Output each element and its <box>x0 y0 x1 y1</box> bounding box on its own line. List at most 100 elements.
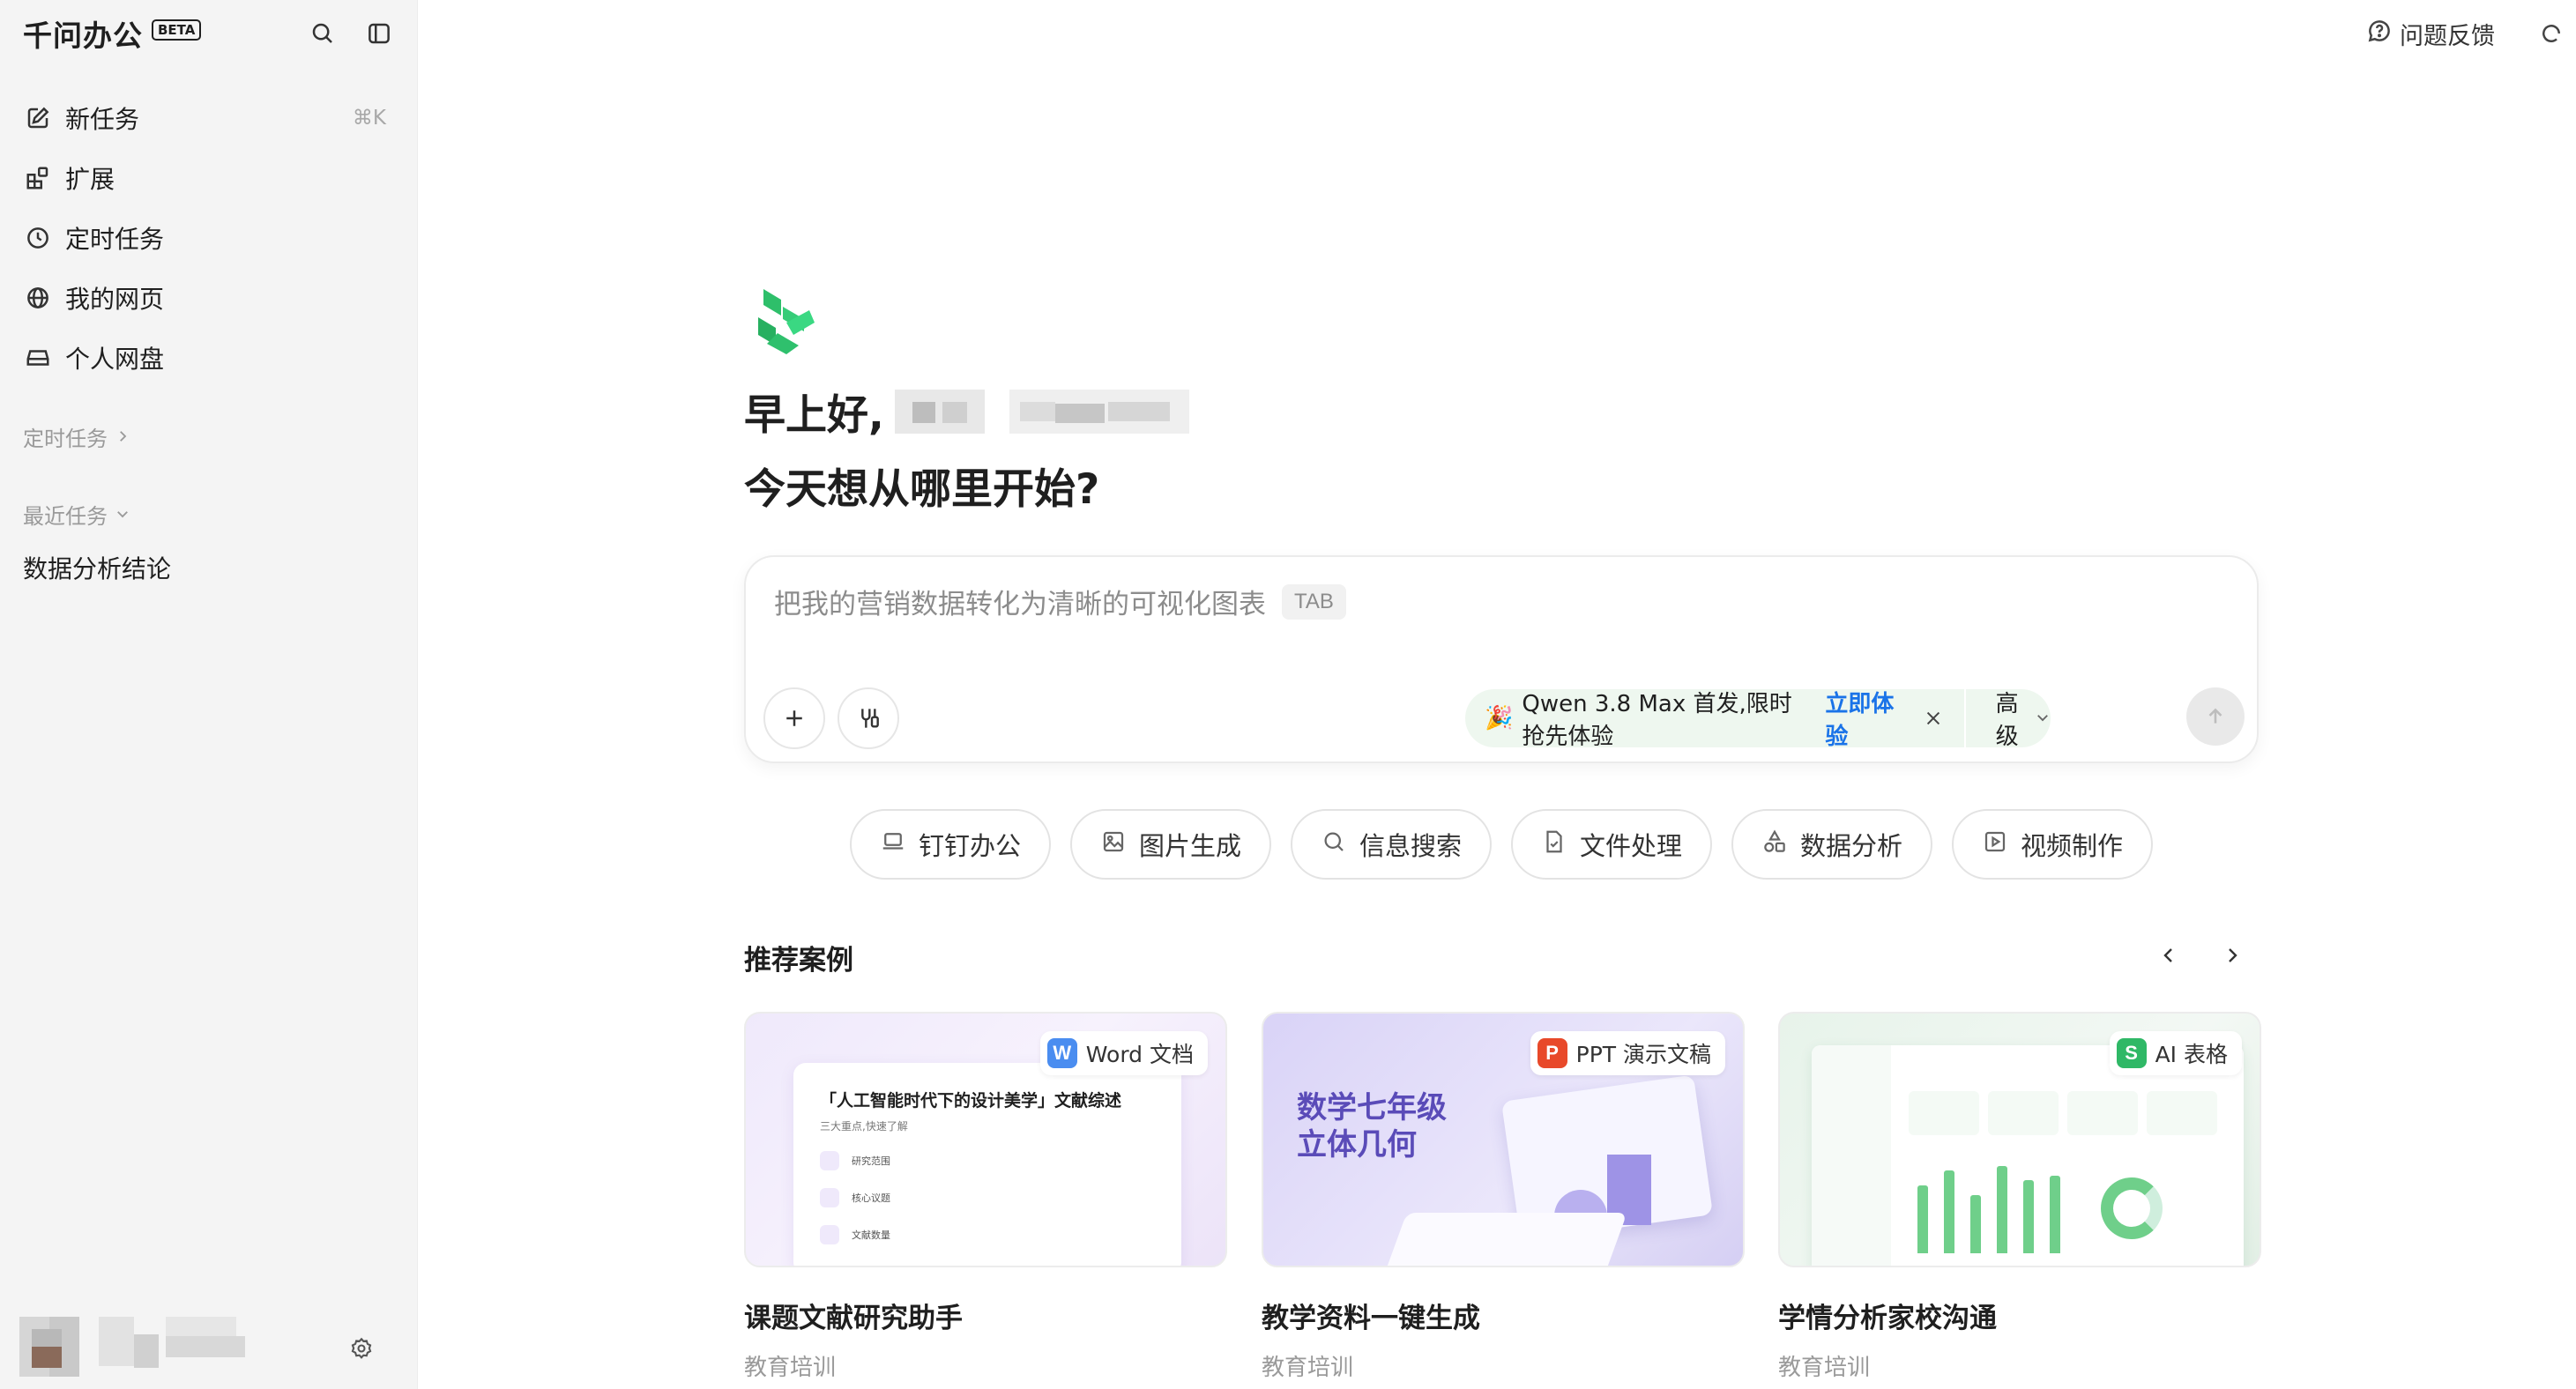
section-label: 定时任务 <box>23 427 108 451</box>
video-icon <box>1982 828 2008 861</box>
chip-label: 图片生成 <box>1138 831 1241 861</box>
laptop-icon <box>880 828 906 861</box>
card-category: 教育培训 <box>744 1355 837 1381</box>
word-icon: W <box>1046 1038 1077 1068</box>
dashboard-sidebar <box>1812 1045 1891 1266</box>
thumb-bar <box>1944 1170 1954 1253</box>
chip-data-analysis[interactable]: 数据分析 <box>1731 809 1932 880</box>
thumb-bar <box>1970 1195 1981 1253</box>
close-icon[interactable] <box>1922 703 1946 733</box>
brand[interactable]: 千问办公 BETA <box>23 16 202 53</box>
badge-label: PPT 演示文稿 <box>1575 1042 1711 1067</box>
user-name-redacted <box>1009 389 1189 434</box>
divider <box>1964 689 1966 747</box>
kpi-tile <box>2147 1091 2217 1135</box>
doc-type-badge: P PPT 演示文稿 <box>1530 1031 1725 1075</box>
card-thumbnail: S AI 表格 <box>1778 1012 2261 1267</box>
card-thumbnail: 「人工智能时代下的设计美学」文献综述 三大重点,快速了解 研究范围 核心议题 文… <box>744 1012 1227 1267</box>
prompt-placeholder: 把我的营销数据转化为清晰的可视化图表 <box>774 589 1266 620</box>
case-card[interactable]: 数学七年级 立体几何 P PPT 演示文稿 教学资料一键生成 教育培训 <box>1262 1012 1745 1382</box>
tools-button[interactable] <box>838 687 899 749</box>
greeting: 早上好, <box>744 381 1189 442</box>
section-label: 最近任务 <box>23 504 108 529</box>
sidebar-item-my-webpages[interactable]: 我的网页 <box>0 268 418 328</box>
thumb-heading-line: 立体几何 <box>1297 1127 1417 1162</box>
sheet-icon: S <box>2116 1038 2147 1068</box>
search-icon[interactable] <box>305 16 340 51</box>
chip-dingtalk-office[interactable]: 钉钉办公 <box>850 809 1051 880</box>
sidebar-item-personal-drive[interactable]: 个人网盘 <box>0 328 418 388</box>
quick-action-chips: 钉钉办公 图片生成 信息搜索 文件处理 数据分析 视频制作 <box>850 809 2153 880</box>
sidebar-nav: 新任务 ⌘K 扩展 定时任务 我的网页 个人网盘 <box>0 88 418 388</box>
prompt-input[interactable]: 把我的营销数据转化为清晰的可视化图表 TAB <box>774 582 1346 621</box>
sidebar-item-scheduled[interactable]: 定时任务 <box>0 208 418 268</box>
sidebar-item-label: 定时任务 <box>65 225 165 254</box>
promo-cta-link[interactable]: 立即体验 <box>1825 686 1896 751</box>
sidebar: 千问办公 BETA 新任务 ⌘K 扩展 定时任务 我的网页 个人网盘 定时任务 … <box>0 0 418 1389</box>
card-category: 教育培训 <box>1262 1355 1354 1381</box>
send-button[interactable] <box>2186 687 2245 746</box>
sidebar-item-extensions[interactable]: 扩展 <box>0 148 418 208</box>
sidebar-toggle-icon[interactable] <box>361 16 397 51</box>
thumb-heading: 「人工智能时代下的设计美学」文献综述 <box>820 1091 1122 1110</box>
next-arrow-icon[interactable] <box>2215 938 2250 973</box>
thumb-heading: 数学七年级 立体几何 <box>1297 1089 1447 1163</box>
section-heading: 推荐案例 <box>744 945 853 977</box>
chip-label: 钉钉办公 <box>918 831 1021 861</box>
feedback-button[interactable]: 问题反馈 <box>2366 16 2495 51</box>
loading-spinner-icon <box>2534 16 2569 51</box>
recent-section-toggle[interactable]: 最近任务 <box>23 499 130 530</box>
scheduled-section-toggle[interactable]: 定时任务 <box>23 421 130 452</box>
thumb-row: 核心议题 <box>820 1188 1155 1207</box>
case-card[interactable]: 「人工智能时代下的设计美学」文献综述 三大重点,快速了解 研究范围 核心议题 文… <box>744 1012 1227 1382</box>
settings-gear-icon[interactable] <box>344 1331 379 1366</box>
globe-icon <box>23 283 53 313</box>
prev-arrow-icon[interactable] <box>2151 938 2186 973</box>
thumb-row-label: 核心议题 <box>852 1192 890 1204</box>
case-card[interactable]: S AI 表格 学情分析家校沟通 教育培训 <box>1778 1012 2261 1382</box>
badge-label: Word 文档 <box>1085 1042 1194 1067</box>
user-name-redacted <box>894 389 985 434</box>
card-category: 教育培训 <box>1778 1355 1871 1381</box>
chip-info-search[interactable]: 信息搜索 <box>1291 809 1492 880</box>
chevron-down-icon <box>115 502 130 527</box>
user-name-redacted[interactable] <box>99 1317 249 1373</box>
chip-file-processing[interactable]: 文件处理 <box>1511 809 1712 880</box>
chevron-right-icon <box>115 425 130 449</box>
image-icon <box>1100 828 1127 861</box>
thumb-bar <box>1997 1166 2007 1253</box>
doc-type-badge: W Word 文档 <box>1039 1031 1208 1075</box>
thumb-row-label: 文献数量 <box>852 1229 890 1241</box>
sidebar-item-new-task[interactable]: 新任务 ⌘K <box>0 88 418 148</box>
sidebar-item-label: 扩展 <box>65 165 115 194</box>
tab-hint: TAB <box>1282 583 1346 620</box>
shapes-icon <box>1761 828 1788 861</box>
chip-image-generation[interactable]: 图片生成 <box>1070 809 1271 880</box>
kpi-tile <box>2067 1091 2138 1135</box>
sidebar-item-label: 我的网页 <box>65 285 165 314</box>
shortcut-hint: ⌘K <box>352 107 386 130</box>
mode-dropdown[interactable]: 高级 <box>1996 686 2051 751</box>
sidebar-item-label: 新任务 <box>65 105 140 134</box>
avatar[interactable] <box>19 1317 79 1377</box>
chip-video-production[interactable]: 视频制作 <box>1952 809 2153 880</box>
chip-label: 数据分析 <box>1799 831 1902 861</box>
donut-chart <box>2101 1177 2163 1239</box>
chip-label: 信息搜索 <box>1359 831 1462 861</box>
party-icon: 🎉 <box>1485 705 1514 732</box>
chevron-down-icon <box>2035 705 2051 732</box>
composer: 把我的营销数据转化为清晰的可视化图表 TAB 🎉 Qwen 3.8 Max 首发… <box>744 555 2259 763</box>
chip-label: 文件处理 <box>1579 831 1682 861</box>
thumb-bar <box>2050 1176 2060 1253</box>
page-subtitle: 今天想从哪里开始? <box>744 465 1100 514</box>
file-icon <box>1541 828 1567 861</box>
clock-icon <box>23 223 53 253</box>
recent-task-item[interactable]: 数据分析结论 <box>23 550 171 585</box>
card-title: 课题文献研究助手 <box>744 1303 963 1334</box>
add-attachment-button[interactable] <box>763 687 825 749</box>
beta-badge: BETA <box>152 19 202 41</box>
document-preview: 「人工智能时代下的设计美学」文献综述 三大重点,快速了解 研究范围 核心议题 文… <box>793 1063 1181 1266</box>
card-thumbnail: 数学七年级 立体几何 P PPT 演示文稿 <box>1262 1012 1745 1267</box>
promo-banner: 🎉 Qwen 3.8 Max 首发,限时抢先体验 立即体验 高级 <box>1465 689 2051 750</box>
thumb-heading-line: 数学七年级 <box>1297 1090 1447 1125</box>
